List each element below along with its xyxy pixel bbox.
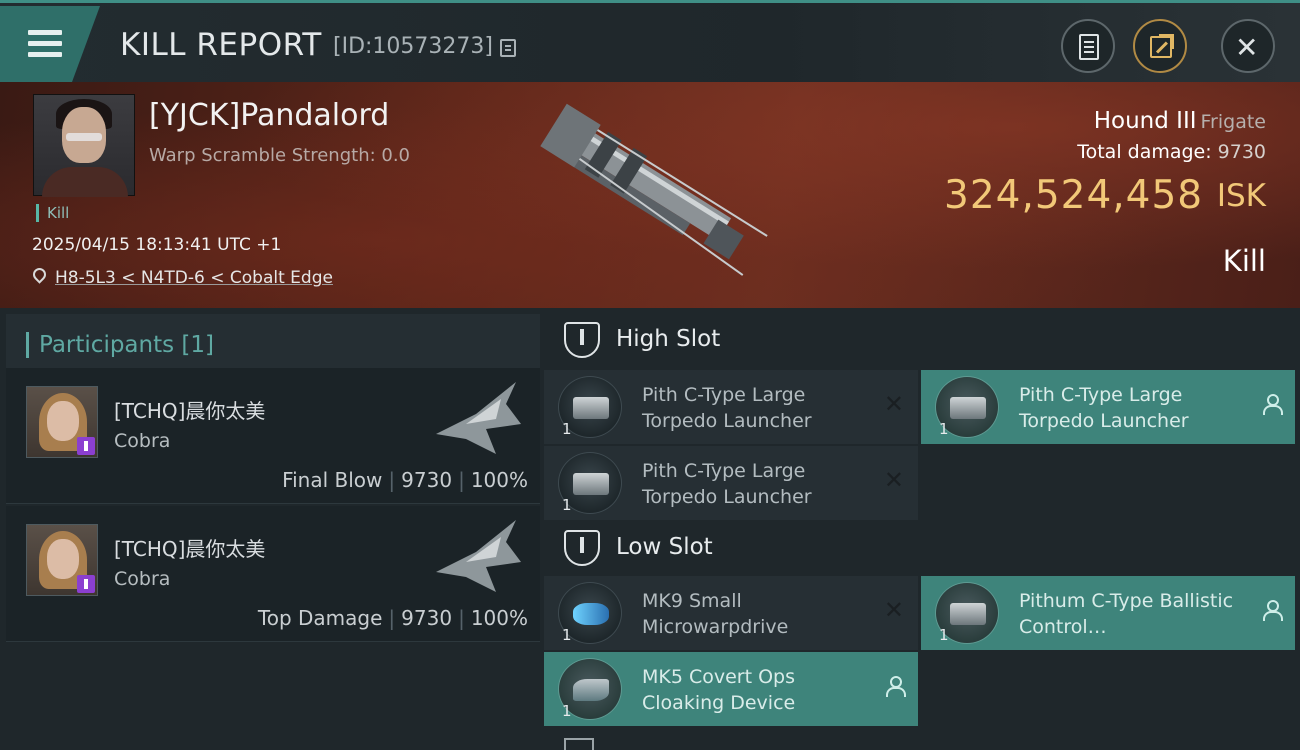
location-pin-icon — [30, 265, 49, 284]
module-item[interactable]: 1 MK9 Small Microwarpdrive ✕ — [544, 576, 918, 650]
participant-role: Top Damage — [257, 606, 383, 630]
module-item[interactable]: 1 Pith C-Type Large Torpedo Launcher — [921, 370, 1295, 444]
share-icon — [1150, 34, 1174, 58]
total-damage: Total damage: 9730 — [1077, 141, 1266, 163]
close-icon: ✕ — [1235, 31, 1259, 64]
slot-icon — [564, 322, 600, 358]
person-icon — [1263, 600, 1283, 621]
participant-name: [TCHQ]晨你太美 — [114, 537, 266, 561]
kill-tag: Kill — [36, 204, 69, 222]
destroyed-x-icon: ✕ — [883, 596, 904, 624]
notes-icon — [1079, 34, 1099, 60]
person-icon — [1263, 394, 1283, 415]
module-quantity: 1 — [562, 420, 572, 438]
module-name: MK9 Small Microwarpdrive — [642, 590, 789, 638]
menu-icon — [28, 30, 62, 63]
participant-damage: 9730 — [401, 468, 453, 492]
info-badge-icon — [77, 437, 95, 455]
total-damage-value: 9730 — [1217, 141, 1266, 163]
participants-label: Participants [1] — [26, 332, 214, 358]
module-quantity: 1 — [939, 420, 949, 438]
module-quantity: 1 — [562, 702, 572, 720]
participant-row[interactable]: [TCHQ]晨你太美 Cobra Final Blow | 9730 | 100% — [6, 368, 540, 504]
victim-panel: [YJCK]Pandalord Warp Scramble Strength: … — [0, 82, 1300, 308]
total-damage-label: Total damage: — [1077, 141, 1212, 163]
module-quantity: 1 — [562, 496, 572, 514]
top-bar: KILL REPORT [ID:10573273] ✕ — [0, 0, 1300, 82]
isk-value: 324,524,458 — [944, 173, 1204, 218]
participant-row[interactable]: [TCHQ]晨你太美 Cobra Top Damage | 9730 | 100% — [6, 506, 540, 642]
participant-avatar[interactable] — [26, 524, 98, 596]
notes-button[interactable] — [1061, 19, 1115, 73]
participant-stats: Top Damage | 9730 | 100% — [257, 606, 528, 630]
person-icon — [886, 676, 906, 697]
info-badge-icon — [77, 575, 95, 593]
module-name: Pith C-Type Large Torpedo Launcher — [642, 384, 812, 432]
module-item[interactable]: 1 Pithum C-Type Ballistic Control… — [921, 576, 1295, 650]
module-item[interactable]: 1 Pith C-Type Large Torpedo Launcher ✕ — [544, 370, 918, 444]
participant-avatar[interactable] — [26, 386, 98, 458]
copy-icon[interactable] — [500, 39, 516, 57]
participant-name: [TCHQ]晨你太美 — [114, 399, 266, 423]
fitting-panel: High Slot 1 Pith C-Type Large Torpedo La… — [540, 308, 1300, 750]
module-quantity: 1 — [939, 626, 949, 644]
module-item[interactable]: 1 MK5 Covert Ops Cloaking Device — [544, 652, 918, 726]
module-name: Pith C-Type Large Torpedo Launcher — [1019, 384, 1189, 432]
participant-stats: Final Blow | 9730 | 100% — [282, 468, 528, 492]
warp-scramble-strength: Warp Scramble Strength: 0.0 — [149, 145, 411, 166]
close-button[interactable]: ✕ — [1221, 19, 1275, 73]
high-slot-label: High Slot — [616, 326, 721, 352]
module-name: MK5 Covert Ops Cloaking Device — [642, 666, 796, 714]
victim-pilot-name[interactable]: [YJCK]Pandalord — [149, 98, 389, 133]
destroyed-x-icon: ✕ — [883, 390, 904, 418]
ship-type: Hound III — [1093, 108, 1197, 134]
participants-panel: Participants [1] [TCHQ]晨你太美 Cobra Final … — [0, 308, 540, 750]
ship-class: Frigate — [1200, 111, 1266, 133]
participant-ship-image — [436, 520, 521, 592]
low-slot-label: Low Slot — [616, 534, 713, 560]
next-slot-icon — [564, 738, 594, 750]
isk-unit: ISK — [1216, 178, 1266, 214]
participants-header: Participants [1] — [6, 314, 540, 370]
participant-percent: 100% — [470, 606, 528, 630]
module-item[interactable]: 1 Pith C-Type Large Torpedo Launcher ✕ — [544, 446, 918, 520]
share-button[interactable] — [1133, 19, 1187, 73]
participant-damage: 9730 — [401, 606, 453, 630]
participant-ship-image — [436, 382, 521, 454]
result-label: Kill — [1222, 244, 1266, 278]
module-quantity: 1 — [562, 626, 572, 644]
low-slot-header: Low Slot — [544, 518, 1300, 578]
page-title: KILL REPORT — [120, 27, 322, 63]
module-name: Pithum C-Type Ballistic Control… — [1019, 590, 1234, 638]
kill-datetime: 2025/04/15 18:13:41 UTC +1 — [32, 235, 282, 255]
participant-ship: Cobra — [114, 430, 171, 452]
slot-icon — [564, 530, 600, 566]
location-link[interactable]: H8-5L3 < N4TD-6 < Cobalt Edge — [55, 268, 333, 288]
victim-ship-name[interactable]: Hound III Frigate — [1094, 108, 1266, 134]
participant-role: Final Blow — [282, 468, 383, 492]
participant-percent: 100% — [470, 468, 528, 492]
destroyed-x-icon: ✕ — [883, 466, 904, 494]
victim-ship-image — [540, 103, 768, 276]
high-slot-header: High Slot — [544, 310, 1300, 370]
menu-button[interactable] — [0, 6, 100, 82]
participant-ship: Cobra — [114, 568, 171, 590]
victim-portrait[interactable] — [33, 94, 135, 197]
module-name: Pith C-Type Large Torpedo Launcher — [642, 460, 812, 508]
report-id: [ID:10573273] — [333, 34, 493, 59]
